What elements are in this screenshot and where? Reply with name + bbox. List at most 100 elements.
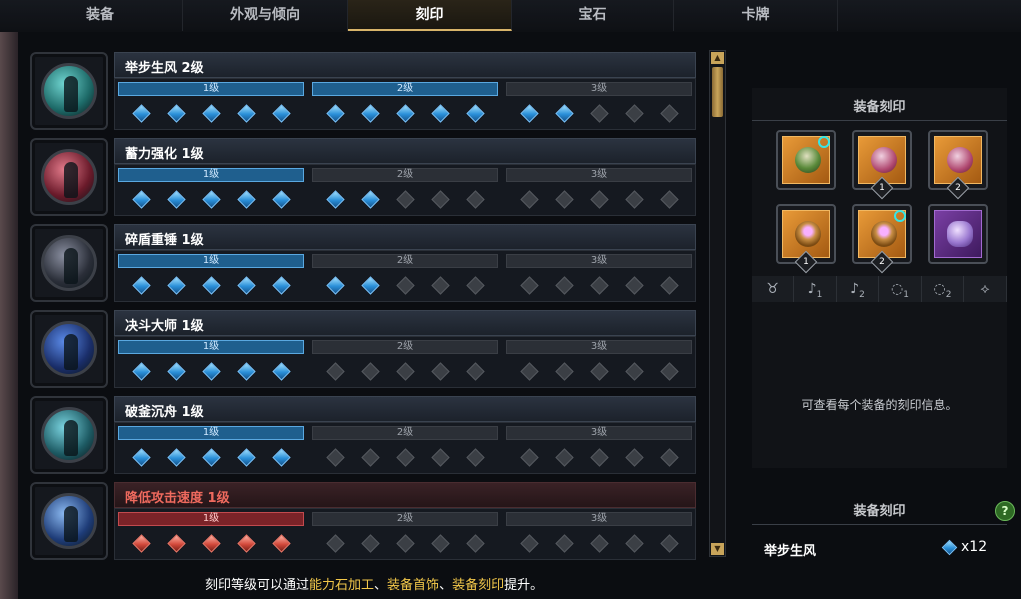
engraving-node-icon — [396, 448, 415, 467]
engraving-node-icon — [555, 448, 574, 467]
ring-1-filter-icon[interactable]: ◌1 — [880, 276, 922, 302]
filter-glyph: ♉ — [766, 281, 779, 297]
engraving-node-icon — [237, 362, 256, 381]
stone-filter-icon[interactable]: ⟡ — [965, 276, 1007, 302]
engraving-node-icon — [132, 362, 151, 381]
help-icon[interactable]: ? — [995, 501, 1015, 521]
equipped-title: 装备刻印 — [853, 504, 906, 519]
engraving-node-icon — [396, 534, 415, 553]
necklace-icon — [795, 147, 821, 173]
engraving-levels: 1级 2级 3级 — [114, 336, 696, 388]
engraving-node-icon — [237, 534, 256, 553]
engraving-node-icon — [590, 276, 609, 295]
slot-number: 1 — [879, 183, 885, 193]
engraving-node-icon — [326, 190, 345, 209]
engraving-medal-icon — [30, 138, 108, 216]
tab-bar: 装备 外观与倾向 刻印 宝石 卡牌 — [0, 0, 1021, 32]
engraving-node-icon — [625, 104, 644, 123]
engraving-name: 举步生风 2级 — [125, 61, 204, 76]
engraving-medal-icon — [30, 52, 108, 130]
engraving-node-icon — [520, 190, 539, 209]
engraving-medal-icon — [30, 310, 108, 388]
tab-cards[interactable]: 卡牌 — [674, 0, 838, 31]
engraving-node-icon — [555, 104, 574, 123]
earring-slot[interactable]: 2 — [928, 130, 988, 200]
scroll-up-icon[interactable]: ▲ — [711, 52, 724, 64]
engraving-figure — [64, 248, 78, 284]
slot-number: 2 — [955, 183, 961, 193]
tab-gems[interactable]: 宝石 — [512, 0, 674, 31]
engraving-node-icon — [272, 104, 291, 123]
level-bar: 3级 — [506, 426, 692, 440]
tab-equipment[interactable]: 装备 — [18, 0, 183, 31]
engraving-node-icon — [431, 362, 450, 381]
level-segment: 3级 — [503, 425, 693, 473]
filter-glyph: ◌ — [891, 281, 904, 297]
ring-slot[interactable]: 2 — [852, 204, 912, 274]
scroll-down-icon[interactable]: ▼ — [711, 543, 724, 555]
level-segment: 1级 — [115, 339, 305, 387]
level-segment: 2级 — [309, 339, 499, 387]
engraving-row[interactable]: 决斗大师 1级 1级 2级 3级 — [28, 308, 700, 392]
engraving-node-icon — [361, 362, 380, 381]
engraving-node-icon — [431, 534, 450, 553]
engraving-node-icon — [167, 104, 186, 123]
engraving-node-icon — [590, 104, 609, 123]
engraving-node-icon — [431, 448, 450, 467]
engraving-medal-icon — [30, 482, 108, 560]
engraving-node-icon — [326, 362, 345, 381]
engraving-row[interactable]: 蓄力强化 1级 1级 2级 3级 — [28, 136, 700, 220]
engraving-node-icon — [466, 190, 485, 209]
engraving-figure — [64, 76, 78, 112]
engraving-node-icon — [237, 448, 256, 467]
equipment-engraving-panel: 装备刻印 1212 ♉ ♪1 ♪2 ◌1 ◌2 ⟡ 可查看每个装备的刻印信息。 — [752, 88, 1007, 468]
panel-info-text: 可查看每个装备的刻印信息。 — [801, 398, 958, 412]
ring-slot[interactable]: 1 — [776, 204, 836, 274]
engraving-node-icon — [431, 276, 450, 295]
engraving-row[interactable]: 破釜沉舟 1级 1级 2级 3级 — [28, 394, 700, 478]
engraving-node-icon — [361, 190, 380, 209]
level-segment: 2级 — [309, 167, 499, 215]
earring-slot[interactable]: 1 — [852, 130, 912, 200]
engraving-node-icon — [132, 448, 151, 467]
engraving-node-icon — [625, 276, 644, 295]
level-bar: 1级 — [118, 426, 304, 440]
level-bar: 2级 — [312, 82, 498, 96]
engraving-row[interactable]: 举步生风 2级 1级 2级 3级 — [28, 50, 700, 134]
engraving-node-icon — [590, 362, 609, 381]
engraving-node-icon — [167, 190, 186, 209]
footer-hint: 刻印等级可以通过能力石加工、装备首饰、装备刻印提升。 — [205, 574, 543, 593]
necklace-slot[interactable] — [776, 130, 836, 190]
engraving-node-icon — [466, 362, 485, 381]
engraving-row[interactable]: 降低攻击速度 1级 1级 2级 3级 — [28, 480, 700, 564]
tab-engraving[interactable]: 刻印 — [348, 0, 512, 31]
slot-filter-bar: ♉ ♪1 ♪2 ◌1 ◌2 ⟡ — [752, 276, 1007, 302]
level-bar: 2级 — [312, 426, 498, 440]
ability-stone-slot[interactable] — [928, 204, 988, 264]
ring-2-filter-icon[interactable]: ◌2 — [922, 276, 964, 302]
engraving-node-icon — [167, 362, 186, 381]
level-segment: 3级 — [503, 81, 693, 129]
earring-2-filter-icon[interactable]: ♪2 — [837, 276, 879, 302]
engraving-node-icon — [396, 276, 415, 295]
engraving-row[interactable]: 碎盾重锤 1级 1级 2级 3级 — [28, 222, 700, 306]
tab-appearance[interactable]: 外观与倾向 — [183, 0, 348, 31]
scroll-thumb[interactable] — [712, 67, 723, 117]
engraving-target-icon — [818, 136, 830, 148]
engraving-node-icon — [555, 276, 574, 295]
engraving-node-icon — [326, 448, 345, 467]
earring-icon — [947, 147, 973, 173]
engraving-levels: 1级 2级 3级 — [114, 250, 696, 302]
footer-link-ability-stone: 能力石加工 — [309, 578, 375, 593]
engraving-node-icon — [625, 448, 644, 467]
footer-suffix: 提升。 — [504, 578, 544, 593]
equipped-divider — [752, 524, 1007, 525]
necklace-filter-icon[interactable]: ♉ — [752, 276, 794, 302]
level-segment: 1级 — [115, 425, 305, 473]
engraving-node-icon — [396, 104, 415, 123]
filter-glyph: ⟡ — [980, 281, 990, 297]
scrollbar[interactable]: ▲ ▼ — [709, 50, 726, 557]
ring-icon — [795, 221, 821, 247]
earring-1-filter-icon[interactable]: ♪1 — [795, 276, 837, 302]
engraving-name: 决斗大师 1级 — [125, 319, 204, 334]
